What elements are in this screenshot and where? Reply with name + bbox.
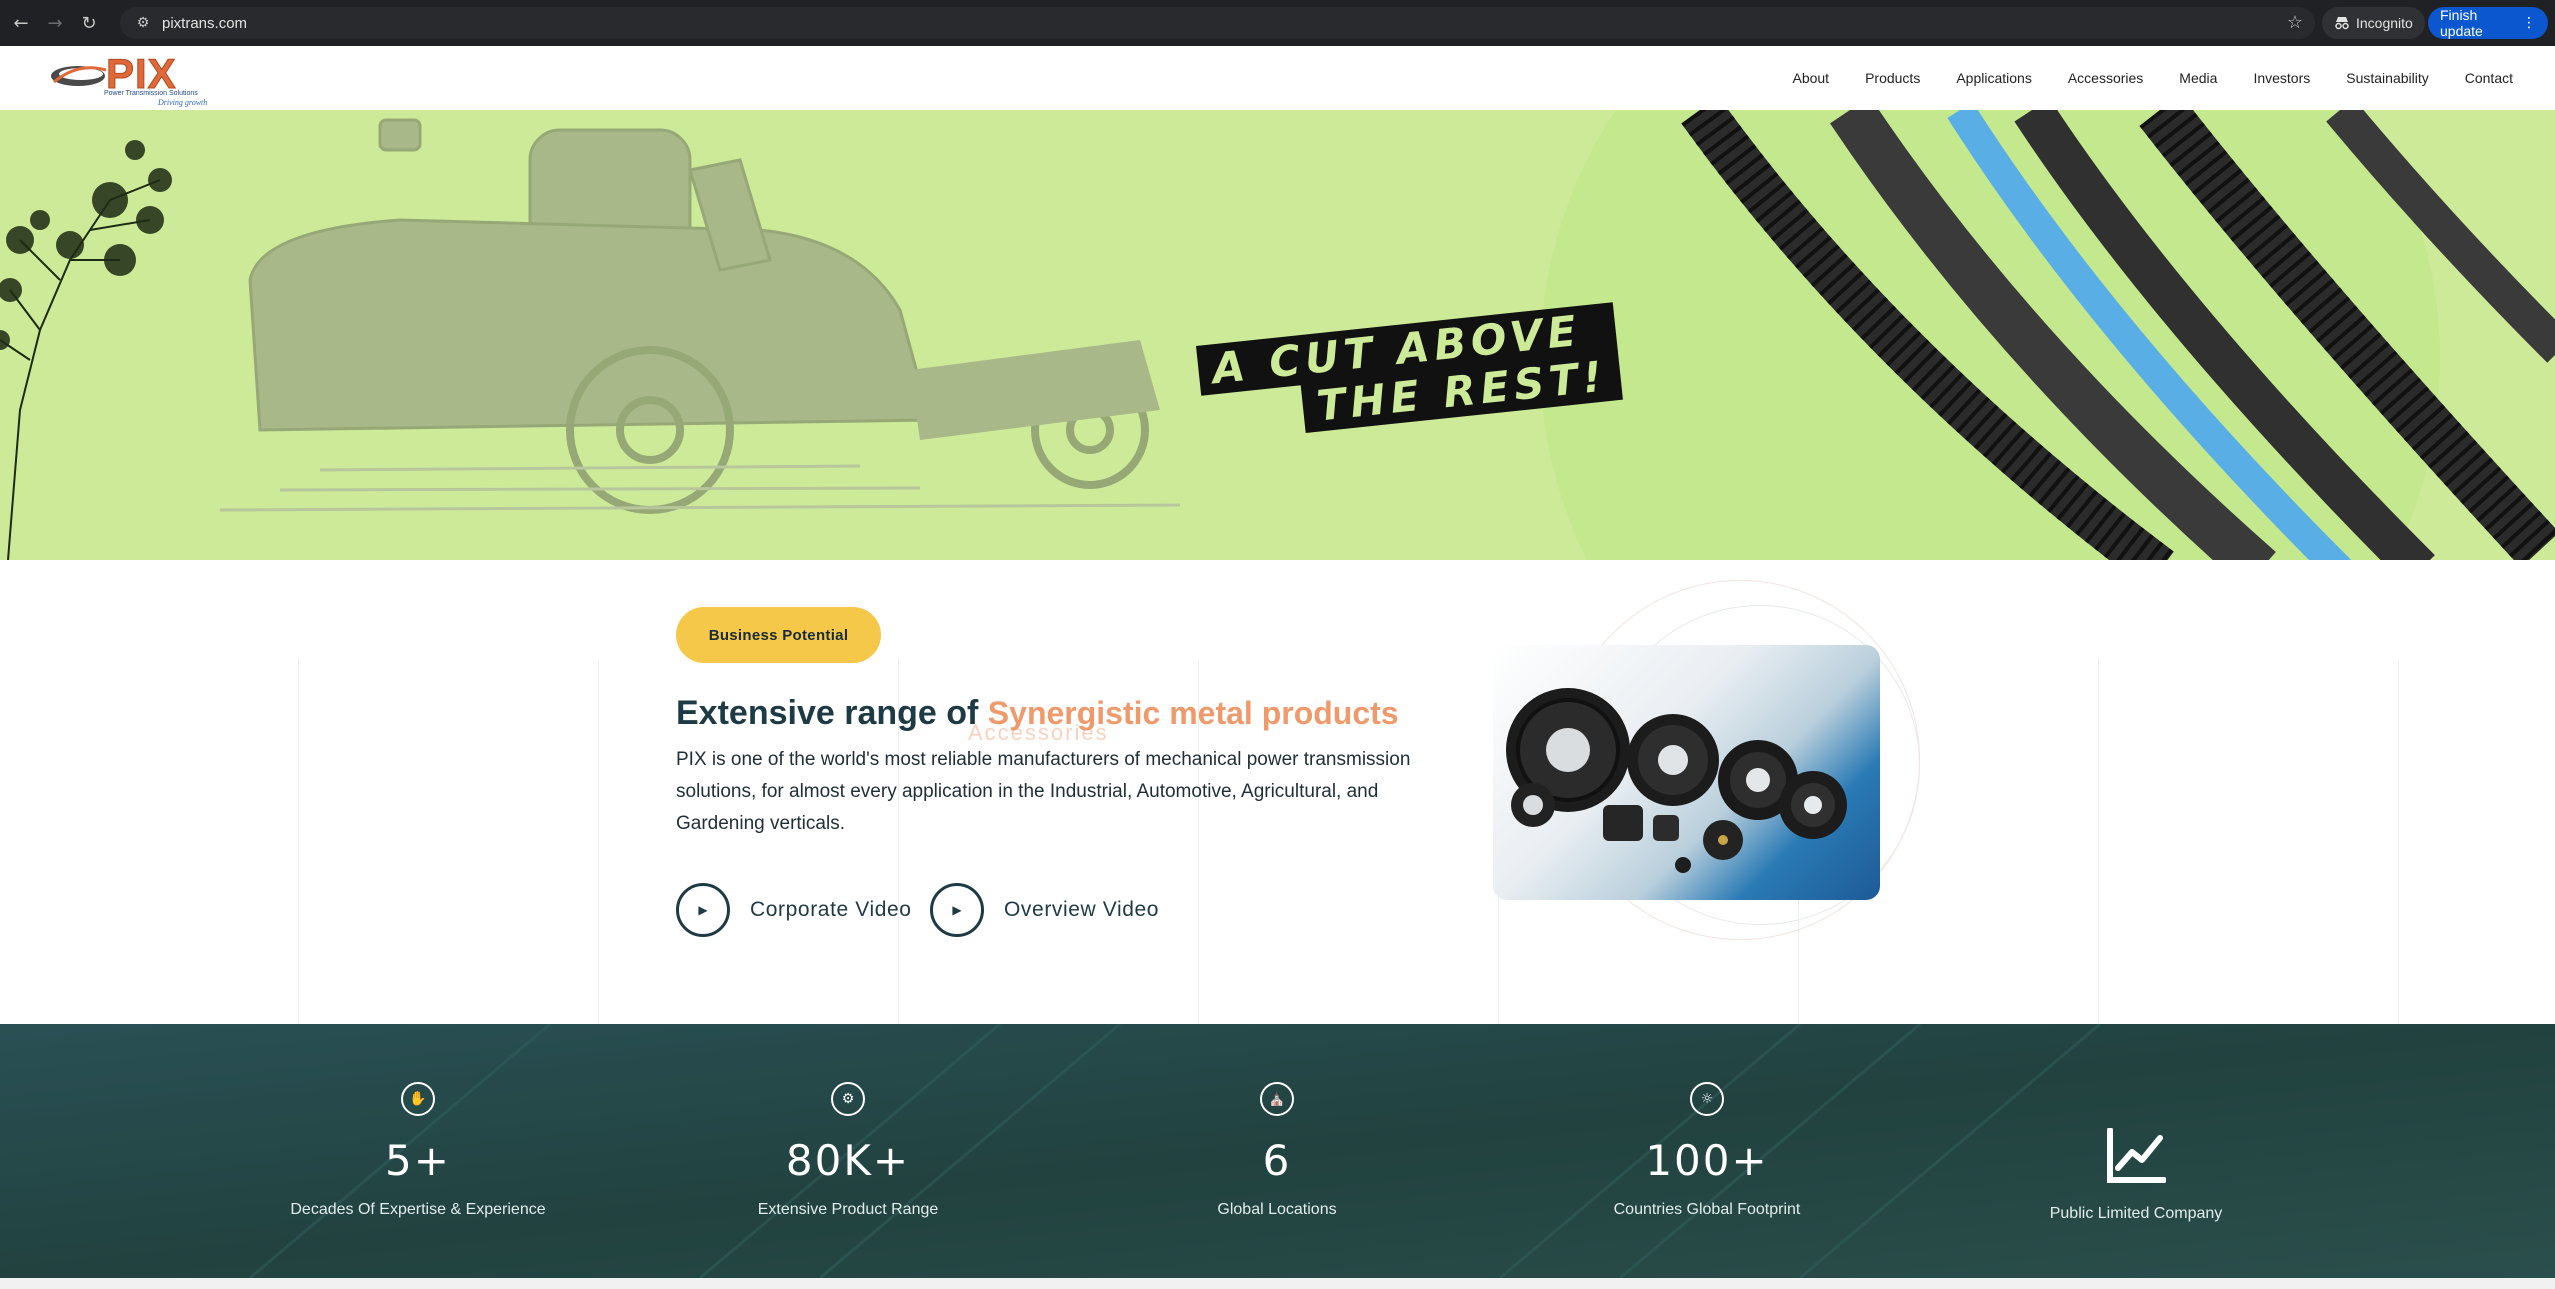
expertise-icon: ✋ [401,1082,435,1116]
browser-toolbar: ← → ↻ ⚙ pixtrans.com ☆ Incognito Finish … [0,0,2555,46]
globe-icon: ☼ [1690,1082,1724,1116]
nav-about[interactable]: About [1792,70,1829,86]
stat-value: 100+ [1645,1136,1769,1185]
stat-value: 80K+ [785,1136,911,1185]
nav-applications[interactable]: Applications [1956,70,2032,86]
finish-update-label: Finish update [2440,7,2483,39]
logo-swoosh-icon [51,66,107,86]
nav-contact[interactable]: Contact [2465,70,2513,86]
product-range-icon: ⚙ [831,1082,865,1116]
belt-illustration [1681,110,2555,560]
incognito-indicator[interactable]: Incognito [2322,7,2425,39]
site-settings-icon[interactable]: ⚙ [130,15,156,31]
stat-countries: ☼ 100+ Countries Global Footprint [1547,1082,1867,1219]
corporate-video-label[interactable]: Corporate Video [750,898,912,922]
star-icon[interactable]: ☆ [2287,12,2303,33]
stat-label: Public Limited Company [2049,1205,2223,1222]
pulley-products-image [1506,688,1847,873]
back-arrow-icon[interactable]: ← [8,10,34,36]
site-header: PIX Power Transmission Solutions Driving… [0,46,2555,110]
logo-subtitle: Power Transmission Solutions [104,90,198,97]
stat-value: 5+ [385,1136,451,1185]
play-icon[interactable]: ▶ [676,883,730,937]
nav-sustainability[interactable]: Sustainability [2346,70,2429,86]
forward-arrow-icon[interactable]: → [42,10,68,36]
section-headline: Extensive range of Synergistic metal pro… [676,694,1399,733]
grid-line [2398,660,2399,1024]
nav-media[interactable]: Media [2179,70,2217,86]
play-icon[interactable]: ▶ [930,883,984,937]
main-nav: About Products Applications Accessories … [1792,46,2513,110]
kebab-menu-icon[interactable]: ⋮ [2522,15,2536,31]
hero-banner[interactable]: A CUT ABOVE THE REST! [0,110,2555,560]
grid-line [2098,660,2099,1024]
corporate-video-button[interactable]: ▶ Corporate Video [676,882,912,938]
stat-locations: ⛪ 6 Global Locations [1117,1082,1437,1219]
stat-decades: ✋ 5+ Decades Of Expertise & Experience [258,1082,578,1219]
stat-label: Countries Global Footprint [1613,1201,1801,1218]
product-image-card [1493,645,1880,900]
pix-logo[interactable]: PIX Power Transmission Solutions Driving… [48,50,223,108]
headline-prefix: Extensive range of [676,694,979,732]
business-potential-badge: Business Potential [676,607,881,663]
incognito-label: Incognito [2356,15,2413,31]
stat-label: Decades Of Expertise & Experience [290,1201,546,1218]
grid-line [298,660,299,1024]
lawn-tractor-illustration [220,118,1180,514]
overview-video-label[interactable]: Overview Video [1004,898,1159,922]
page-bottom-strip [0,1278,2555,1289]
nav-investors[interactable]: Investors [2253,70,2310,86]
finish-update-button[interactable]: Finish update ⋮ [2428,7,2548,39]
headline-accent: Synergistic metal products [987,695,1399,731]
trend-chart-icon [2107,1127,2167,1183]
stats-band: ✋ 5+ Decades Of Expertise & Experience ⚙… [0,1024,2555,1278]
intro-paragraph: PIX is one of the world's most reliable … [676,749,1411,834]
stat-label: Global Locations [1217,1201,1337,1218]
factory-icon: ⛪ [1260,1082,1294,1116]
stat-product-range: ⚙ 80K+ Extensive Product Range [688,1082,1008,1219]
overview-video-button[interactable]: ▶ Overview Video [930,882,1159,938]
reload-icon[interactable]: ↻ [76,10,102,36]
tree-illustration [0,140,172,560]
nav-products[interactable]: Products [1865,70,1920,86]
grid-line [598,660,599,1024]
stat-value: 6 [1262,1136,1292,1185]
incognito-icon [2335,17,2349,30]
business-potential-section: Business Potential Accessories Extensive… [0,560,2555,1024]
logo-tagline: Driving growth [158,98,208,107]
stat-label: Extensive Product Range [757,1201,939,1218]
nav-accessories[interactable]: Accessories [2068,70,2143,86]
stat-public-company: Public Limited Company [1976,1127,2296,1223]
address-url[interactable]: pixtrans.com [162,15,247,32]
address-bar[interactable]: ⚙ pixtrans.com ☆ [120,7,2315,39]
